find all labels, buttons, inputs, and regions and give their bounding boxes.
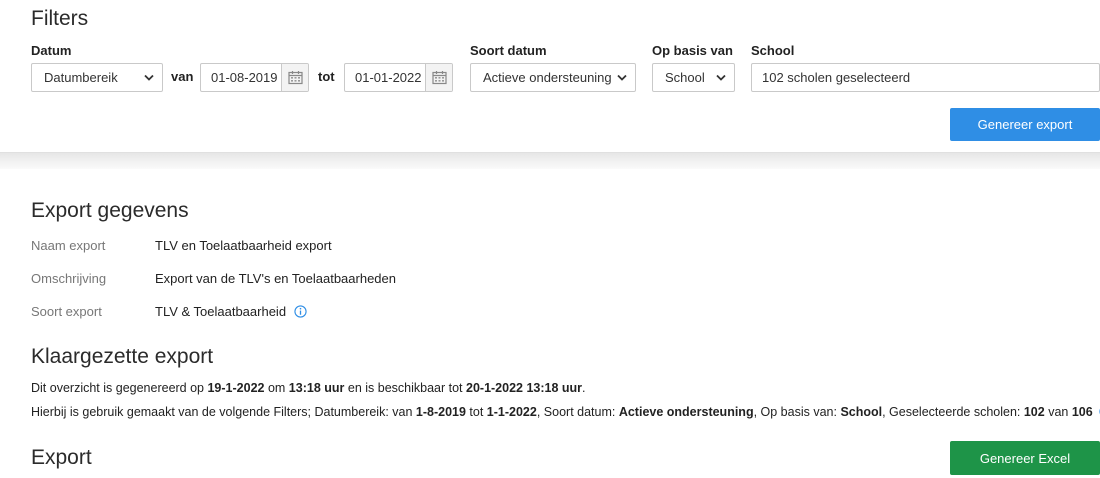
generate-export-button[interactable]: Genereer export (950, 108, 1100, 141)
export-details-title: Export gegevens (31, 199, 189, 222)
generated-time: 13:18 uur (288, 381, 345, 395)
van-date-value: 01-08-2019 (211, 70, 278, 85)
soort-datum-label: Soort datum (470, 43, 547, 58)
soort-export-value: TLV & Toelaatbaarheid (155, 304, 287, 319)
chevron-down-icon (716, 74, 726, 81)
text: Hierbij is gebruik gemaakt van de volgen… (31, 405, 416, 419)
omschrijving-label: Omschrijving (31, 271, 107, 286)
text: tot (465, 405, 487, 419)
available-until: 20-1-2022 13:18 uur (466, 381, 583, 395)
prepared-export-title: Klaargezette export (31, 345, 214, 368)
generated-info-line: Dit overzicht is gegenereerd op 19-1-202… (31, 381, 586, 395)
naam-export-label: Naam export (31, 238, 106, 253)
filter-to-date: 1-1-2022 (486, 405, 537, 419)
text: , Geselecteerde scholen: (882, 405, 1024, 419)
datum-label: Datum (31, 43, 72, 58)
filters-title: Filters (31, 7, 89, 30)
info-icon[interactable] (294, 305, 307, 318)
van-date-field[interactable]: 01-08-2019 (200, 63, 309, 92)
text: , Soort datum: (536, 405, 619, 419)
naam-export-value: TLV en Toelaatbaarheid export (155, 238, 332, 253)
generated-date: 19-1-2022 (207, 381, 265, 395)
text: . (582, 381, 586, 395)
soort-datum-select-value: Actieve ondersteuning (483, 70, 612, 85)
school-field-value: 102 scholen geselecteerd (762, 70, 911, 85)
calendar-icon[interactable] (281, 64, 308, 91)
tot-date-field[interactable]: 01-01-2022 (344, 63, 453, 92)
text: , Op basis van: (753, 405, 841, 419)
op-basis-select[interactable]: School (652, 63, 735, 92)
op-basis-label: Op basis van (652, 43, 733, 58)
filter-from-date: 1-8-2019 (415, 405, 466, 419)
tot-date-value: 01-01-2022 (355, 70, 422, 85)
datum-select[interactable]: Datumbereik (31, 63, 163, 92)
school-field[interactable]: 102 scholen geselecteerd (751, 63, 1100, 92)
calendar-icon[interactable] (425, 64, 452, 91)
export-title: Export (31, 446, 92, 469)
van-label: van (171, 69, 194, 84)
chevron-down-icon (144, 74, 154, 81)
tot-label: tot (318, 69, 335, 84)
soort-export-row: TLV & Toelaatbaarheid (155, 304, 307, 319)
filters-used-line: Hierbij is gebruik gemaakt van de volgen… (31, 405, 1100, 419)
datum-select-value: Datumbereik (44, 70, 118, 85)
generate-excel-button[interactable]: Genereer Excel (950, 441, 1100, 475)
filter-soort-datum: Actieve ondersteuning (618, 405, 754, 419)
text: van (1044, 405, 1072, 419)
soort-export-label: Soort export (31, 304, 102, 319)
chevron-down-icon (617, 74, 627, 81)
text: om (264, 381, 289, 395)
school-label: School (751, 43, 795, 58)
omschrijving-value: Export van de TLV's en Toelaatbaarheden (155, 271, 396, 286)
soort-datum-select[interactable]: Actieve ondersteuning (470, 63, 636, 92)
text: Dit overzicht is gegenereerd op (31, 381, 208, 395)
op-basis-select-value: School (665, 70, 705, 85)
section-divider (0, 152, 1100, 169)
selected-schools-count: 102 (1023, 405, 1045, 419)
filter-basis: School (840, 405, 883, 419)
text: en is beschikbaar tot (344, 381, 466, 395)
total-schools-count: 106 (1071, 405, 1093, 419)
